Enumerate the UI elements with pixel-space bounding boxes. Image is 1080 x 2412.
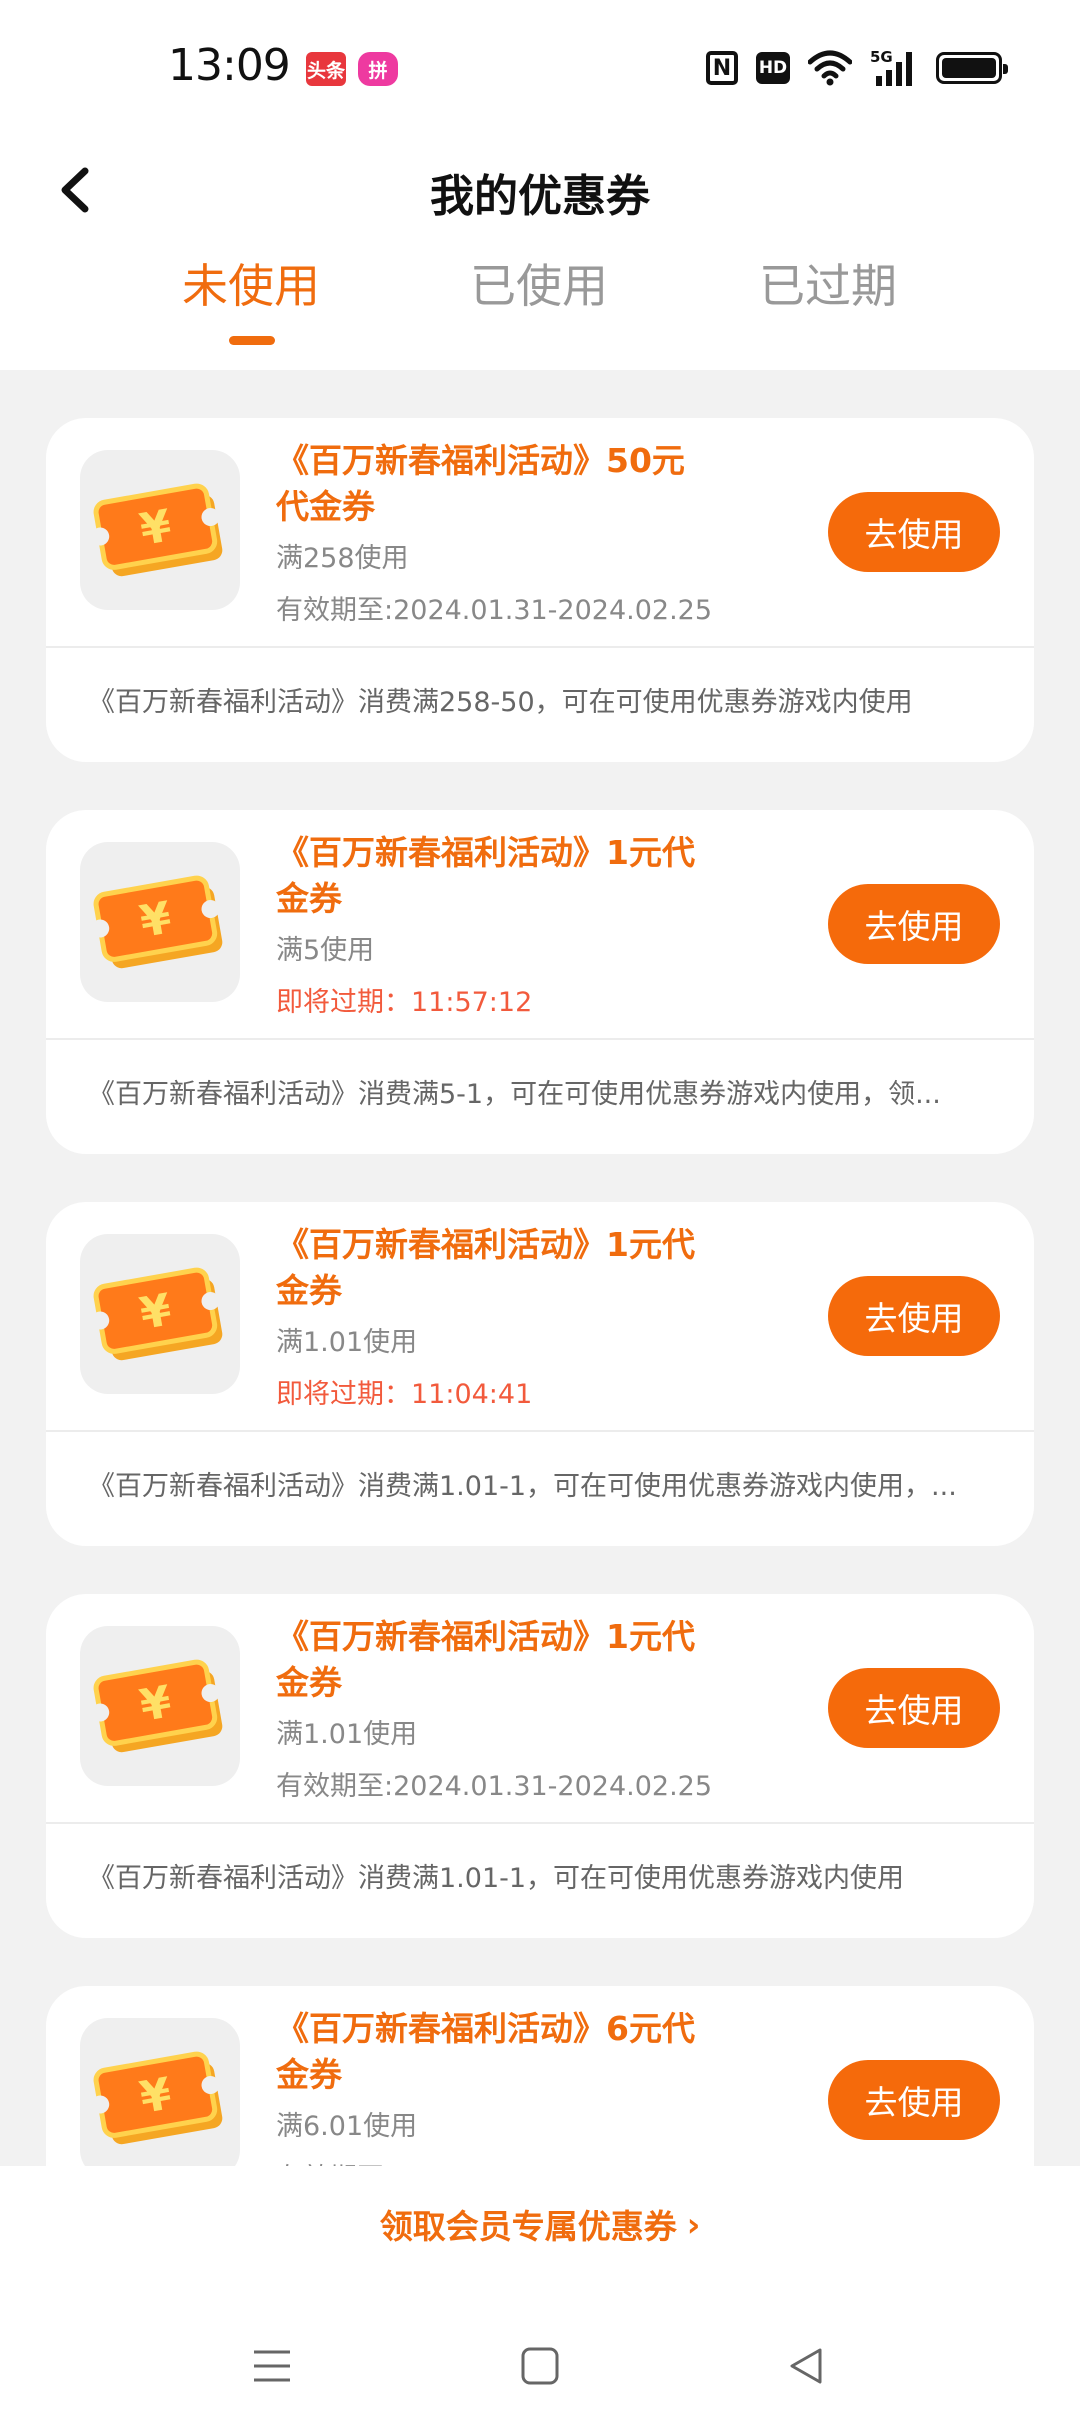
use-coupon-button[interactable]: 去使用 [828,1276,1000,1356]
status-time: 13:09 [168,40,291,91]
coupon-card: ¥ 《百万新春福利活动》50元代金券 满258使用 有效期至:2024.01.3… [46,418,1034,762]
use-coupon-button[interactable]: 去使用 [828,1668,1000,1748]
status-bar: 13:09 头条 拼 N HD 5G [0,0,1080,140]
member-link-label: 领取会员专属优惠券 [379,2207,677,2246]
coupon-title: 《百万新春福利活动》1元代金券 [276,1225,695,1310]
tab-used[interactable]: 已使用 [439,250,639,316]
divider [46,1822,1034,1824]
coupon-expiry-countdown: 即将过期：11:57:12 [276,987,533,1018]
coupon-validity: 有效期至:2024.01.31-2024.02.25 [276,1771,713,1802]
coupon-threshold: 满1.01使用 [276,1719,418,1750]
coupon-expiry-countdown: 即将过期：11:04:41 [276,1379,533,1410]
coupon-validity: 有效期至:2024.01.31-2024.02.25 [276,2156,712,2166]
coupon-threshold: 满1.01使用 [276,1327,418,1358]
coupon-card: ¥ 《百万新春福利活动》1元代金券 满5使用 即将过期：11:57:12 去使用… [46,810,1034,1154]
active-tab-indicator [229,336,275,345]
battery-icon [936,52,1008,84]
back-triangle-icon [790,2348,822,2384]
use-coupon-button[interactable]: 去使用 [828,2060,1000,2140]
coupon-title: 《百万新春福利活动》6元代金券 [276,2009,695,2094]
coupon-threshold: 满258使用 [276,543,409,574]
tab-unused[interactable]: 未使用 [151,250,351,316]
wifi-icon [808,50,852,86]
coupon-yen-icon: ¥ [80,842,240,1002]
divider [46,1038,1034,1040]
coupon-title: 《百万新春福利活动》1元代金券 [276,833,695,918]
tab-bar: 未使用 已使用 已过期 [0,250,1080,370]
coupon-description: 《百万新春福利活动》消费满1.01-1，可在可使用优惠券游戏内使用 [88,1863,905,1894]
coupon-description: 《百万新春福利活动》消费满258-50，可在可使用优惠券游戏内使用 [88,687,913,718]
bottom-bar: 领取会员专属优惠券 › [0,2166,1080,2412]
menu-icon [254,2350,290,2382]
coupon-validity: 有效期至:2024.01.31-2024.02.25 [276,595,713,626]
hd-icon: HD [756,52,790,84]
signal-5g-icon: 5G [870,48,918,88]
coupon-title: 《百万新春福利活动》1元代金券 [276,1617,695,1702]
divider [46,646,1034,648]
coupon-threshold: 满5使用 [276,935,375,966]
coupon-threshold: 满6.01使用 [276,2111,418,2142]
coupon-description: 《百万新春福利活动》消费满5-1，可在可使用优惠券游戏内使用，领... [88,1079,941,1110]
coupon-title: 《百万新春福利活动》50元代金券 [276,441,685,526]
home-icon [521,2347,559,2385]
nfc-icon: N [706,51,738,85]
use-coupon-button[interactable]: 去使用 [828,884,1000,964]
nav-home-button[interactable] [510,2336,570,2396]
coupon-card: ¥ 《百万新春福利活动》1元代金券 满1.01使用 有效期至:2024.01.3… [46,1594,1034,1938]
coupon-list[interactable]: ¥ 《百万新春福利活动》50元代金券 满258使用 有效期至:2024.01.3… [46,418,1034,2166]
coupon-yen-icon: ¥ [80,2018,240,2166]
coupon-card: ¥ 《百万新春福利活动》1元代金券 满1.01使用 即将过期：11:04:41 … [46,1202,1034,1546]
nav-back-button[interactable] [776,2336,836,2396]
page-title: 我的优惠券 [430,171,650,222]
system-nav-bar [0,2316,1080,2412]
divider [46,1430,1034,1432]
header: 我的优惠券 未使用 已使用 已过期 [0,140,1080,370]
status-icons: N HD 5G [706,46,1008,90]
svg-text:5G: 5G [870,48,893,66]
tab-expired[interactable]: 已过期 [728,250,928,316]
use-coupon-button[interactable]: 去使用 [828,492,1000,572]
coupon-description: 《百万新春福利活动》消费满1.01-1，可在可使用优惠券游戏内使用，... [88,1471,957,1502]
pinduoduo-app-icon: 拼 [358,52,398,86]
chevron-right-icon: › [686,2204,701,2244]
coupon-yen-icon: ¥ [80,1626,240,1786]
toutiao-app-icon: 头条 [306,52,346,86]
coupon-yen-icon: ¥ [80,1234,240,1394]
coupon-yen-icon: ¥ [80,450,240,610]
nav-menu-button[interactable] [242,2336,302,2396]
coupon-card: ¥ 《百万新春福利活动》6元代金券 满6.01使用 有效期至:2024.01.3… [46,1986,1034,2166]
member-coupon-link[interactable]: 领取会员专属优惠券 › [0,2200,1080,2248]
